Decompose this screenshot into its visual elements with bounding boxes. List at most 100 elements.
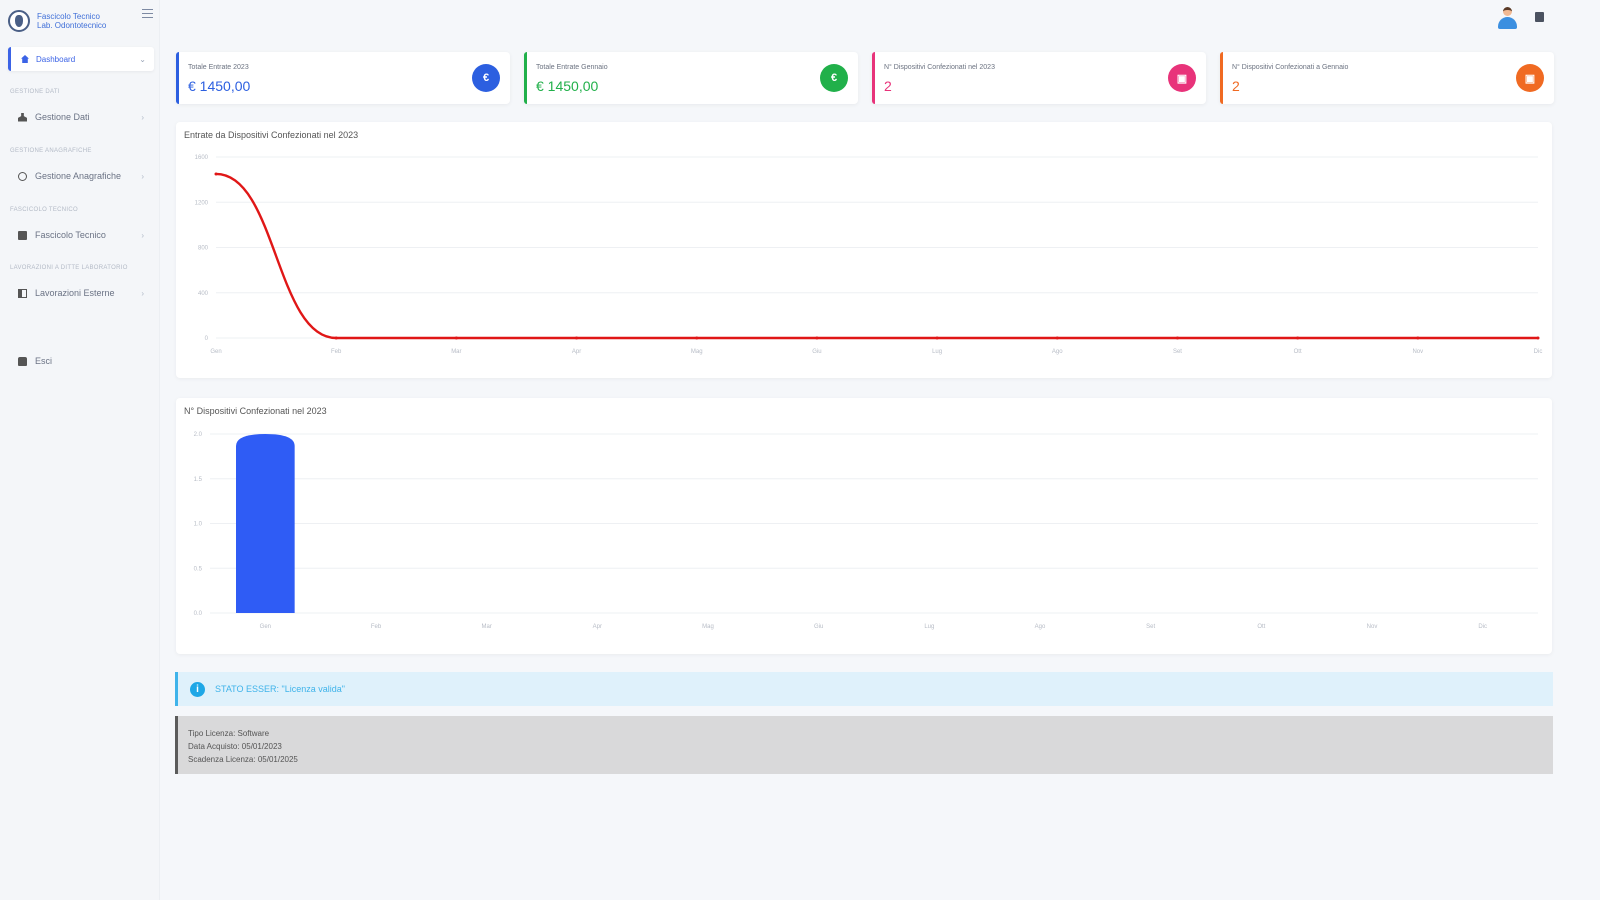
sidebar-section-header: Fascicolo Tecnico [10, 207, 79, 213]
income-chart-panel: Entrate da Dispositivi Confezionati nel … [176, 122, 1552, 378]
sidebar: Fascicolo Tecnico Lab. Odontotecnico Das… [0, 0, 160, 900]
line-data-point[interactable] [1416, 336, 1420, 340]
line-data-point[interactable] [575, 336, 579, 340]
sidebar-section-header: Gestione Anagrafiche [10, 148, 92, 154]
chevron-right-icon: › [141, 230, 144, 240]
line-data-point[interactable] [454, 336, 458, 340]
sidebar-item-logout[interactable]: Esci [18, 353, 146, 369]
sidebar-item-dashboard[interactable]: Dashboard ⌄ [8, 47, 154, 71]
sidebar-item-lavorazioni-esterne[interactable]: Lavorazioni Esterne › [18, 285, 146, 301]
chevron-right-icon: › [141, 171, 144, 181]
user-avatar[interactable] [1497, 6, 1517, 30]
sidebar-item-label: Gestione Anagrafiche [35, 171, 122, 181]
x-tick-label: Ago [1035, 624, 1046, 630]
y-tick-label: 800 [198, 246, 209, 252]
home-icon [21, 55, 29, 63]
kpi-card-total-income-year: Totale Entrate 2023 € 1450,00 € [176, 52, 510, 104]
license-status-text: STATO ESSER: "Licenza valida" [215, 684, 345, 694]
income-line-series [215, 172, 1538, 340]
sidebar-item-gestione-anagrafiche[interactable]: Gestione Anagrafiche › [18, 168, 146, 184]
kpi-card-devices-month: N° Dispositivi Confezionati a Gennaio 2 … [1220, 52, 1554, 104]
sidebar-item-label: Gestione Dati [35, 112, 90, 122]
brand-title: Fascicolo Tecnico Lab. Odontotecnico [37, 12, 106, 30]
sidebar-item-fascicolo-tecnico[interactable]: Fascicolo Tecnico › [18, 227, 146, 243]
card-value: € 1450,00 [536, 78, 599, 94]
line-data-point[interactable] [1536, 336, 1540, 340]
sidebar-item-label: Esci [35, 356, 53, 366]
sidebar-item-label: Dashboard [36, 54, 76, 64]
sidebar-item-label: Lavorazioni Esterne [35, 288, 115, 298]
x-tick-label: Nov [1412, 349, 1423, 355]
line-data-point[interactable] [1296, 336, 1300, 340]
info-icon: i [190, 681, 205, 697]
line-data-point[interactable] [1175, 336, 1179, 340]
x-tick-label: Mag [691, 349, 703, 355]
chevron-right-icon: › [141, 112, 144, 122]
x-tick-label: Ott [1257, 624, 1265, 630]
person-circle-icon [18, 171, 27, 181]
y-tick-label: 1.5 [194, 477, 203, 483]
y-tick-label: 2.0 [194, 432, 203, 438]
user-icon [18, 112, 27, 122]
line-data-point[interactable] [334, 336, 338, 340]
card-value: 2 [884, 78, 892, 94]
devices-bar-chart: 0.0 0.5 1.0 1.5 2.0 Gen Feb Mar Apr Mag Giu Lug Ago S… [194, 432, 1538, 630]
x-tick-label: Ott [1294, 349, 1302, 355]
bar[interactable] [236, 434, 295, 613]
brand[interactable]: Fascicolo Tecnico Lab. Odontotecnico [8, 6, 156, 36]
line-data-point[interactable] [695, 336, 699, 340]
kpi-card-devices-year: N° Dispositivi Confezionati nel 2023 2 ▣ [872, 52, 1206, 104]
sidebar-section-header: Lavorazioni a Ditte Laboratorio [10, 265, 128, 271]
hamburger-menu-icon[interactable] [142, 9, 153, 18]
x-tick-label: Gen [210, 349, 221, 355]
card-title: N° Dispositivi Confezionati nel 2023 [884, 64, 995, 71]
brand-line-2: Lab. Odontotecnico [37, 21, 107, 30]
brand-line-1: Fascicolo Tecnico [37, 12, 100, 21]
line-data-point[interactable] [935, 336, 939, 340]
lock-icon [18, 356, 27, 366]
x-tick-label: Lug [932, 349, 942, 355]
y-tick-label: 0.0 [194, 611, 203, 617]
kpi-card-total-income-month: Totale Entrate Gennaio € 1450,00 € [524, 52, 858, 104]
chevron-right-icon: › [141, 288, 144, 298]
euro-icon: € [820, 64, 848, 92]
license-type: Tipo Licenza: Software [188, 729, 270, 738]
card-value: € 1450,00 [188, 78, 251, 94]
line-data-point[interactable] [815, 336, 819, 340]
y-tick-label: 0 [205, 336, 209, 342]
logo-icon [8, 10, 30, 32]
license-status-alert: i STATO ESSER: "Licenza valida" [175, 672, 1553, 706]
x-tick-label: Lug [924, 624, 934, 630]
x-tick-label: Feb [331, 349, 342, 355]
card-value: 2 [1232, 78, 1240, 94]
y-tick-label: 400 [198, 291, 209, 297]
x-tick-label: Mar [451, 349, 461, 355]
license-expiry-date: Scadenza Licenza: 05/01/2025 [188, 755, 298, 764]
sidebar-item-gestione-dati[interactable]: Gestione Dati › [18, 109, 146, 125]
devices-chart-panel: N° Dispositivi Confezionati nel 2023 0.0… [176, 398, 1552, 654]
x-tick-label: Dic [1478, 624, 1487, 630]
x-tick-label: Mag [702, 624, 714, 630]
line-data-point[interactable] [214, 172, 218, 176]
sidebar-item-label: Fascicolo Tecnico [35, 230, 106, 240]
card-title: N° Dispositivi Confezionati a Gennaio [1232, 64, 1349, 71]
x-tick-label: Set [1146, 624, 1155, 630]
options-menu-icon[interactable] [1535, 12, 1544, 22]
x-tick-label: Giu [814, 624, 823, 630]
x-tick-label: Apr [593, 624, 602, 630]
y-tick-label: 1600 [195, 155, 209, 161]
line-data-point[interactable] [1055, 336, 1059, 340]
card-title: Totale Entrate 2023 [188, 64, 249, 71]
device-icon: ▣ [1516, 64, 1544, 92]
x-tick-label: Ago [1052, 349, 1063, 355]
lab-icon [18, 288, 27, 298]
chevron-down-icon: ⌄ [139, 54, 146, 64]
sidebar-section-header: Gestione Dati [10, 89, 60, 95]
license-purchase-date: Data Acquisto: 05/01/2023 [188, 742, 282, 751]
book-icon [18, 230, 27, 240]
x-tick-label: Nov [1367, 624, 1378, 630]
x-tick-label: Dic [1534, 349, 1543, 355]
x-tick-label: Giu [812, 349, 821, 355]
euro-icon: € [472, 64, 500, 92]
y-tick-label: 1.0 [194, 522, 203, 528]
